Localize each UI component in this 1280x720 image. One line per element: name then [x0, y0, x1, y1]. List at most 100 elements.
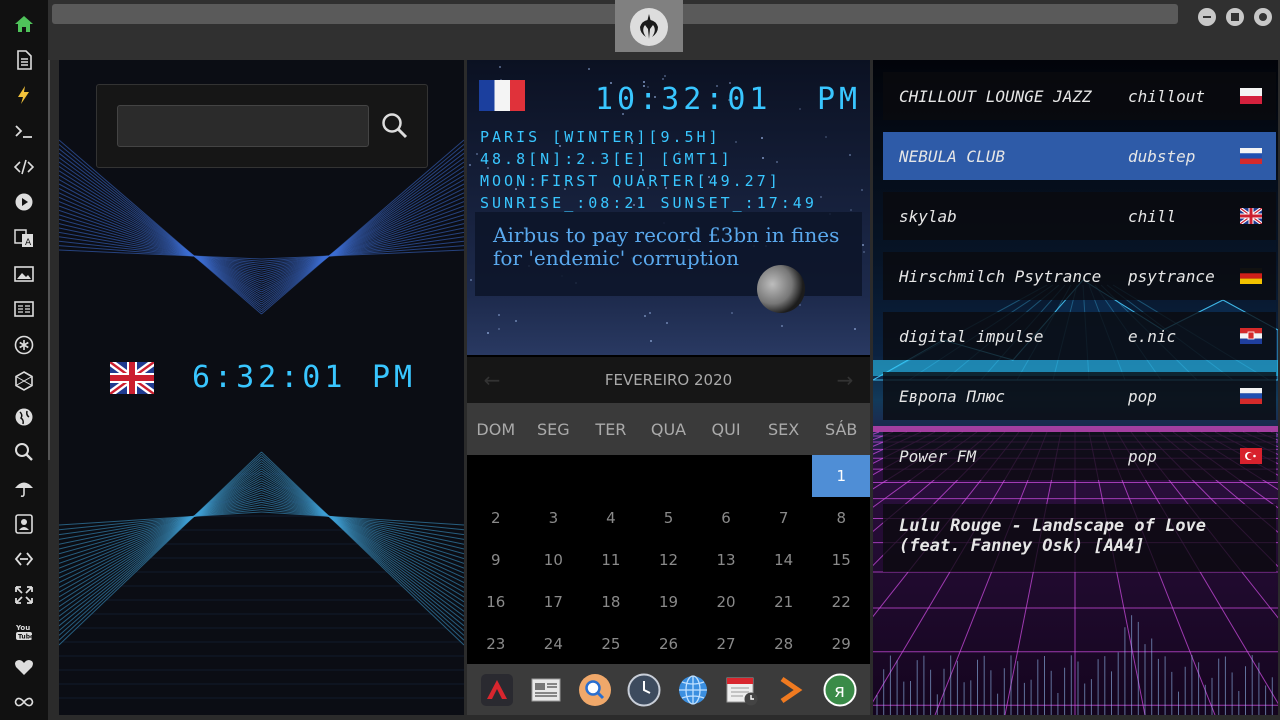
star-dot	[776, 161, 778, 163]
svg-text:я: я	[834, 681, 845, 702]
calendar-weekday: SEX	[768, 419, 800, 439]
calendar-day[interactable]: 29	[812, 623, 870, 665]
station-name: digital impulse	[899, 326, 1044, 346]
calendar-weekday: SEG	[537, 419, 570, 439]
calendar-day[interactable]: 19	[640, 581, 698, 623]
calendar-day[interactable]: 22	[812, 581, 870, 623]
now-playing-title: Lulu Rouge - Landscape of Love (feat. Fa…	[899, 516, 1207, 556]
lightning-icon[interactable]	[0, 77, 48, 113]
uk-clock-ampm: PM	[372, 360, 417, 395]
minimize-button[interactable]	[1198, 8, 1216, 26]
image-icon[interactable]	[0, 256, 48, 292]
calendar-day[interactable]: 13	[697, 539, 755, 581]
search-box	[96, 84, 428, 168]
calendar-day[interactable]: 18	[582, 581, 640, 623]
station-row[interactable]: Европа Плюс pop	[883, 372, 1276, 420]
calendar-day[interactable]: 5	[640, 497, 698, 539]
calendar-day[interactable]: 17	[525, 581, 583, 623]
arrow-icon[interactable]	[773, 672, 809, 708]
document-icon[interactable]	[0, 42, 48, 78]
link-icon[interactable]	[0, 542, 48, 578]
calendar-day[interactable]: 12	[640, 539, 698, 581]
play-icon[interactable]	[0, 185, 48, 221]
search-input[interactable]	[117, 105, 369, 147]
yandex-icon[interactable]: я	[822, 672, 858, 708]
germany-flag-icon	[1240, 268, 1262, 284]
star-dot	[861, 189, 863, 191]
calendar-icon[interactable]	[724, 672, 760, 708]
calendar-day[interactable]: 9	[467, 539, 525, 581]
calendar-day[interactable]: 21	[755, 581, 813, 623]
calendar-day[interactable]: 15	[812, 539, 870, 581]
close-button[interactable]	[1254, 8, 1272, 26]
expand-icon[interactable]	[0, 577, 48, 613]
star-dot	[498, 314, 500, 316]
umbrella-icon[interactable]	[0, 470, 48, 506]
station-row[interactable]: NEBULA CLUB dubstep	[883, 132, 1276, 180]
station-row[interactable]: skylab chill	[883, 192, 1276, 240]
globe-icon[interactable]	[0, 399, 48, 435]
infinity-icon[interactable]	[0, 684, 48, 720]
station-genre: chill	[1128, 206, 1177, 226]
calendar-empty-cell	[525, 455, 583, 497]
calendar-day[interactable]: 2	[467, 497, 525, 539]
contact-icon[interactable]	[0, 506, 48, 542]
calendar-day[interactable]: 16	[467, 581, 525, 623]
calendar-next-arrow-icon[interactable]: →	[830, 367, 860, 393]
calendar-empty-cell	[582, 455, 640, 497]
maximize-button[interactable]	[1226, 8, 1244, 26]
star-dot	[761, 137, 763, 139]
magnifier-icon[interactable]	[577, 672, 613, 708]
calendar-day[interactable]: 28	[755, 623, 813, 665]
star-dot	[849, 154, 851, 156]
calendar-day[interactable]: 23	[467, 623, 525, 665]
station-row[interactable]: Hirschmilch Psytrance psytrance	[883, 252, 1276, 300]
calendar-day[interactable]: 26	[640, 623, 698, 665]
clock-icon[interactable]	[626, 672, 662, 708]
youtube-icon[interactable]: You Tube	[0, 613, 48, 649]
search-button[interactable]	[375, 103, 415, 149]
app-a-icon[interactable]	[479, 672, 515, 708]
sidebar-scrollbar[interactable]	[48, 0, 50, 460]
hexagon-icon[interactable]	[0, 363, 48, 399]
station-row[interactable]: Power FM pop	[883, 432, 1276, 480]
calendar-day[interactable]: 7	[755, 497, 813, 539]
star-dot	[650, 340, 652, 342]
code-icon[interactable]	[0, 149, 48, 185]
calendar-day[interactable]: 11	[582, 539, 640, 581]
home-icon[interactable]	[0, 6, 48, 42]
calendar-day[interactable]: 1	[812, 455, 870, 497]
calendar-day[interactable]: 27	[697, 623, 755, 665]
calendar-day[interactable]: 3	[525, 497, 583, 539]
search-icon[interactable]	[0, 434, 48, 470]
paris-clock-time: 10:32:01	[595, 82, 772, 117]
calendar-day[interactable]: 10	[525, 539, 583, 581]
star-dot	[666, 322, 668, 324]
rebel-emblem-tab[interactable]	[615, 0, 683, 52]
calendar-prev-arrow-icon[interactable]: ←	[477, 367, 507, 393]
calendar-day[interactable]: 6	[697, 497, 755, 539]
calendar-day[interactable]: 20	[697, 581, 755, 623]
asterisk-icon[interactable]	[0, 327, 48, 363]
moon-icon	[757, 265, 805, 313]
globe-icon[interactable]	[675, 672, 711, 708]
star-dot	[644, 315, 646, 317]
russia-flag-icon	[1240, 148, 1262, 164]
star-dot	[854, 328, 856, 330]
translate-icon[interactable]: A	[0, 220, 48, 256]
calendar-day[interactable]: 24	[525, 623, 583, 665]
station-name: skylab	[899, 206, 957, 226]
calendar-day[interactable]: 14	[755, 539, 813, 581]
star-dot	[499, 66, 501, 68]
terminal-icon[interactable]	[0, 113, 48, 149]
station-row[interactable]: CHILLOUT LOUNGE JAZZ chillout	[883, 72, 1276, 120]
newspaper-icon[interactable]	[528, 672, 564, 708]
station-row[interactable]: digital impulse e.nic	[883, 312, 1276, 360]
heart-icon[interactable]	[0, 649, 48, 685]
calendar-day[interactable]: 8	[812, 497, 870, 539]
news-icon[interactable]	[0, 292, 48, 328]
calendar-day[interactable]: 4	[582, 497, 640, 539]
star-dot	[731, 312, 733, 314]
calendar-day[interactable]: 25	[582, 623, 640, 665]
star-dot	[470, 279, 472, 281]
